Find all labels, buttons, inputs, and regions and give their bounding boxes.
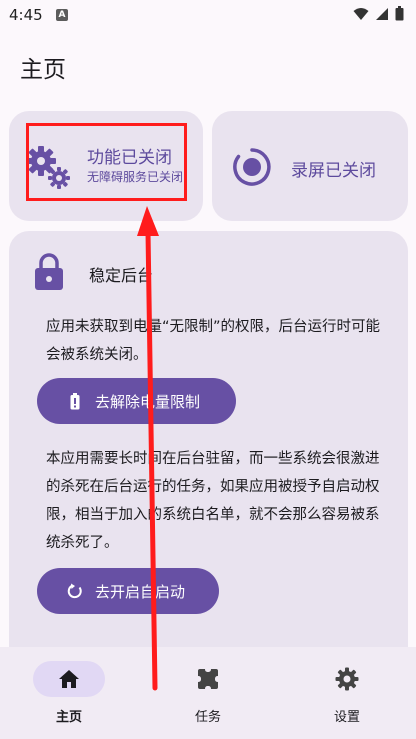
wifi-icon — [353, 7, 369, 20]
battery-icon — [395, 6, 404, 21]
remove-power-limit-label: 去解除电量限制 — [95, 392, 201, 411]
nav-item-task[interactable]: 任务 — [156, 647, 260, 739]
enable-autostart-button[interactable]: 去开启自启动 — [37, 568, 219, 614]
screen-record-title: 录屏已关闭 — [291, 161, 376, 181]
home-icon — [59, 670, 79, 688]
settings-icon — [335, 667, 359, 691]
notification-badge: A — [56, 9, 68, 21]
autostart-description: 本应用需要长时间在后台驻留，而一些系统会很激进的杀死在后台运行的任务，如果应用被… — [46, 451, 380, 551]
status-icons — [353, 6, 404, 21]
signal-icon — [376, 7, 388, 20]
nav-label-settings: 设置 — [333, 710, 360, 725]
battery-alert-icon — [67, 392, 83, 410]
nav-item-settings[interactable]: 设置 — [295, 647, 399, 739]
restart-icon — [67, 583, 83, 599]
nav-item-home[interactable]: 主页 — [17, 647, 121, 739]
enable-autostart-label: 去开启自启动 — [95, 582, 186, 601]
page-title: 主页 — [20, 57, 66, 83]
remove-power-limit-button[interactable]: 去解除电量限制 — [37, 378, 236, 424]
power-limit-description: 应用未获取到电量“无限制”的权限，后台运行时可能会被系统关闭。 — [46, 319, 381, 363]
stable-background-card: 稳定后台 应用未获取到电量“无限制”的权限，后台运行时可能会被系统关闭。 去解除… — [9, 231, 408, 651]
status-bar: 4:45 A — [0, 0, 416, 30]
bottom-navigation: 主页 任务 设置 — [0, 647, 416, 739]
lock-icon — [35, 253, 63, 290]
record-icon — [233, 148, 271, 186]
task-icon — [196, 667, 220, 691]
nav-label-task: 任务 — [194, 710, 221, 725]
stable-background-title: 稳定后台 — [89, 266, 154, 285]
screen-record-card[interactable]: 录屏已关闭 — [212, 111, 408, 221]
annotation-highlight-box — [26, 123, 187, 201]
nav-label-home: 主页 — [55, 710, 82, 725]
status-time: 4:45 — [9, 6, 43, 24]
